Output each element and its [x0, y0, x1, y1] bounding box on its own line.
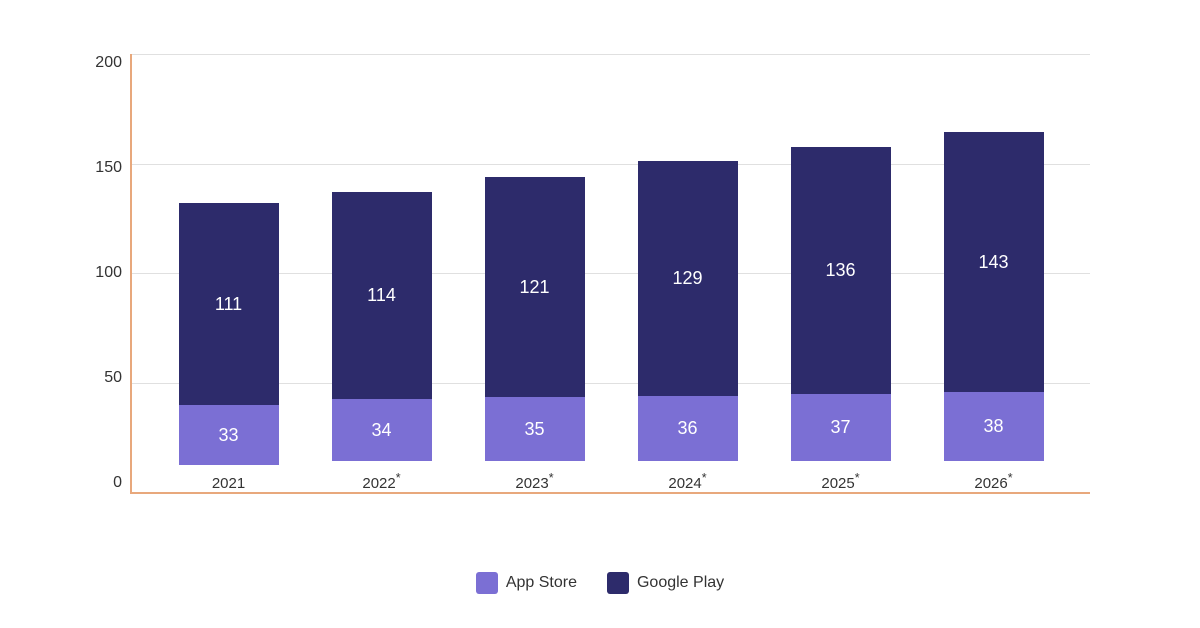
bar-googleplay-2021: 111	[179, 203, 279, 405]
y-label-50: 50	[77, 369, 122, 387]
bar-googleplay-2026: 143	[944, 132, 1044, 392]
chart-container: 200 150 100 50 0 111 33 2021 114	[50, 24, 1150, 604]
bar-stack-2023: 121 35	[485, 177, 585, 461]
bar-stack-2022: 114 34	[332, 192, 432, 461]
bar-group-2022: 114 34 2022*	[322, 192, 442, 492]
legend-googleplay-label: Google Play	[637, 574, 724, 592]
x-label-2021: 2021	[212, 475, 245, 492]
bar-appstore-2022: 34	[332, 399, 432, 461]
bar-stack-2025: 136 37	[791, 147, 891, 461]
y-axis: 200 150 100 50 0	[77, 54, 122, 492]
bar-googleplay-2022: 114	[332, 192, 432, 399]
legend-appstore: App Store	[476, 572, 577, 594]
bars-container: 111 33 2021 114 34 2022* 121 35 2023*	[132, 54, 1090, 492]
bar-group-2023: 121 35 2023*	[475, 177, 595, 492]
y-label-0: 0	[77, 474, 122, 492]
bar-group-2024: 129 36 2024*	[628, 161, 748, 492]
y-label-150: 150	[77, 159, 122, 177]
legend-googleplay-swatch	[607, 572, 629, 594]
bar-appstore-2023: 35	[485, 397, 585, 461]
bar-stack-2021: 111 33	[179, 203, 279, 465]
bar-appstore-2024: 36	[638, 396, 738, 461]
x-label-2023: 2023*	[515, 471, 553, 492]
bar-googleplay-2024: 129	[638, 161, 738, 396]
bar-googleplay-2025: 136	[791, 147, 891, 394]
legend-googleplay: Google Play	[607, 572, 724, 594]
bar-group-2025: 136 37 2025*	[781, 147, 901, 492]
x-label-2026: 2026*	[974, 471, 1012, 492]
bar-appstore-2026: 38	[944, 392, 1044, 461]
bar-group-2026: 143 38 2026*	[934, 132, 1054, 492]
y-label-200: 200	[77, 54, 122, 72]
bar-stack-2024: 129 36	[638, 161, 738, 461]
legend-appstore-swatch	[476, 572, 498, 594]
bar-group-2021: 111 33 2021	[169, 203, 289, 492]
x-label-2024: 2024*	[668, 471, 706, 492]
x-label-2022: 2022*	[362, 471, 400, 492]
chart-legend: App Store Google Play	[50, 572, 1150, 594]
bar-stack-2026: 143 38	[944, 132, 1044, 461]
x-label-2025: 2025*	[821, 471, 859, 492]
chart-area: 200 150 100 50 0 111 33 2021 114	[130, 54, 1090, 494]
bar-appstore-2021: 33	[179, 405, 279, 465]
bar-appstore-2025: 37	[791, 394, 891, 461]
bar-googleplay-2023: 121	[485, 177, 585, 397]
legend-appstore-label: App Store	[506, 574, 577, 592]
y-label-100: 100	[77, 264, 122, 282]
